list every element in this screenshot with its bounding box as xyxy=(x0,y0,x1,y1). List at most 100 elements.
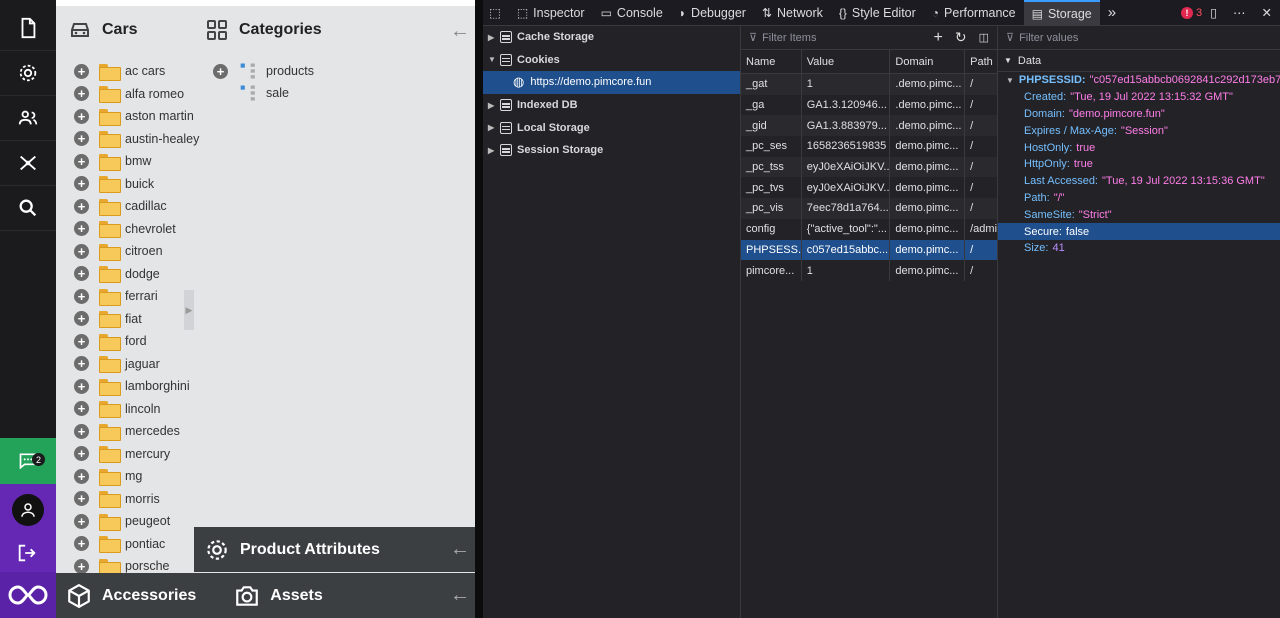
expand-plus-icon[interactable]: + xyxy=(74,153,89,169)
add-item-icon[interactable]: + xyxy=(934,29,943,47)
cookie-row[interactable]: PHPSESS... c057ed15abbc... demo.pimc... / xyxy=(741,239,997,261)
cookie-row[interactable]: _gid GA1.3.883979... .demo.pimc... / xyxy=(741,115,997,137)
logout-button[interactable] xyxy=(16,542,38,567)
data-root-row[interactable]: ▼ PHPSESSID: "c057ed15abbcb0692841c292d1… xyxy=(998,72,1280,89)
cookie-property-row[interactable]: Secure: false xyxy=(998,223,1280,240)
car-folder-node[interactable]: + aston martin xyxy=(74,105,194,127)
refresh-icon[interactable]: ↻ xyxy=(955,29,967,46)
expand-plus-icon[interactable]: + xyxy=(74,536,89,551)
collapse-arrow-icon[interactable]: ← xyxy=(450,584,470,607)
car-folder-node[interactable]: + citroen xyxy=(74,240,163,262)
tab-debugger[interactable]: ◗ Debugger xyxy=(671,0,754,26)
tab-storage[interactable]: ▤ Storage xyxy=(1023,0,1100,26)
storage-category-item[interactable]: ▶ Local Storage xyxy=(483,116,740,139)
expand-plus-icon[interactable]: + xyxy=(74,243,89,259)
expand-plus-icon[interactable]: + xyxy=(74,401,89,416)
cookie-property-row[interactable]: Size: 41 xyxy=(998,240,1280,257)
expand-plus-icon[interactable]: + xyxy=(213,63,228,79)
car-folder-node[interactable]: + mercedes xyxy=(74,420,180,442)
car-folder-node[interactable]: + fiat xyxy=(74,308,142,330)
car-folder-node[interactable]: + dodge xyxy=(74,263,160,285)
car-folder-node[interactable]: + morris xyxy=(74,488,160,510)
car-folder-node[interactable]: + ferrari xyxy=(74,285,158,307)
car-folder-node[interactable]: + ac cars xyxy=(74,60,165,82)
column-header-path[interactable]: Path xyxy=(965,50,997,73)
assets-title[interactable]: Assets xyxy=(270,587,322,605)
column-header-name[interactable]: Name xyxy=(741,50,802,73)
expand-plus-icon[interactable]: + xyxy=(74,378,89,394)
filter-values-input[interactable]: Filter values xyxy=(1019,32,1078,44)
expand-plus-icon[interactable]: + xyxy=(74,176,89,191)
expand-plus-icon[interactable]: + xyxy=(74,491,89,506)
car-folder-node[interactable]: + peugeot xyxy=(74,510,170,532)
collapsed-triangle-icon[interactable]: ▶ xyxy=(488,123,500,132)
car-folder-node[interactable]: + pontiac xyxy=(74,533,165,555)
panel-splitter-handle[interactable]: ▶ xyxy=(184,290,194,330)
product-attributes-panel-header[interactable]: Product Attributes ← xyxy=(194,527,475,572)
element-picker-button[interactable]: ⬚ xyxy=(483,0,509,26)
car-folder-node[interactable]: + mg xyxy=(74,465,142,487)
expand-plus-icon[interactable]: + xyxy=(74,513,89,529)
expand-plus-icon[interactable]: + xyxy=(74,446,89,461)
tab-style-editor[interactable]: {} Style Editor xyxy=(831,0,924,26)
car-folder-node[interactable]: + lincoln xyxy=(74,398,160,420)
data-section-header[interactable]: ▼ Data xyxy=(998,50,1280,72)
category-node[interactable]: + products xyxy=(213,60,314,82)
collapse-arrow-icon[interactable]: ← xyxy=(450,20,470,43)
storage-host-item[interactable]: ◍ https://demo.pimcore.fun xyxy=(483,71,740,94)
car-folder-node[interactable]: + buick xyxy=(74,173,154,195)
filter-values-bar[interactable]: ⊽ Filter values xyxy=(998,26,1280,50)
expand-plus-icon[interactable]: + xyxy=(74,86,89,101)
car-folder-node[interactable]: + lamborghini xyxy=(74,375,190,397)
expand-plus-icon[interactable]: + xyxy=(74,63,89,79)
collapse-arrow-icon[interactable]: ← xyxy=(450,538,470,561)
filter-items-input[interactable]: Filter Items xyxy=(762,32,816,44)
search-nav-button[interactable] xyxy=(0,186,56,231)
storage-category-item[interactable]: ▶ Indexed DB xyxy=(483,94,740,117)
dock-options-button[interactable]: ▯ xyxy=(1202,0,1225,26)
car-folder-node[interactable]: + chevrolet xyxy=(74,218,176,240)
tab-performance[interactable]: ◔ Performance xyxy=(924,0,1024,26)
collapsed-triangle-icon[interactable]: ▶ xyxy=(488,101,500,110)
expand-plus-icon[interactable]: + xyxy=(74,468,89,484)
filter-items-bar[interactable]: ⊽ Filter Items + ↻ ◫ xyxy=(741,26,997,50)
users-nav-button[interactable] xyxy=(0,96,56,141)
cookie-property-row[interactable]: Expires / Max-Age: "Session" xyxy=(998,122,1280,139)
profile-button[interactable] xyxy=(12,494,44,526)
cookie-row[interactable]: _pc_vis 7eec78d1a764... demo.pimc... / xyxy=(741,198,997,219)
settings-nav-button[interactable] xyxy=(0,51,56,96)
expand-plus-icon[interactable]: + xyxy=(74,423,89,439)
car-folder-node[interactable]: + bmw xyxy=(74,150,151,172)
cookie-row[interactable]: _pc_tvs eyJ0eXAiOiJKV... demo.pimc... / xyxy=(741,177,997,199)
expand-plus-icon[interactable]: + xyxy=(74,221,89,236)
expand-triangle-icon[interactable]: ▼ xyxy=(488,55,500,64)
expand-plus-icon[interactable]: + xyxy=(74,266,89,281)
error-counter[interactable]: ! 3 xyxy=(1181,6,1202,19)
expand-plus-icon[interactable]: + xyxy=(74,311,89,326)
car-folder-node[interactable]: + mercury xyxy=(74,443,170,465)
car-folder-node[interactable]: + jaguar xyxy=(74,353,160,375)
car-folder-node[interactable]: + alfa romeo xyxy=(74,83,184,105)
expand-plus-icon[interactable]: + xyxy=(74,333,89,349)
car-folder-node[interactable]: + cadillac xyxy=(74,195,167,217)
cookie-property-row[interactable]: Domain: "demo.pimcore.fun" xyxy=(998,106,1280,123)
storage-category-item[interactable]: ▶ Cache Storage xyxy=(483,26,740,49)
storage-category-item[interactable]: ▶ Session Storage xyxy=(483,139,740,162)
car-folder-node[interactable]: + austin-healey xyxy=(74,128,199,150)
column-header-domain[interactable]: Domain xyxy=(890,50,966,73)
car-folder-node[interactable]: + ford xyxy=(74,330,147,352)
tab-network[interactable]: ⇅ Network xyxy=(754,0,831,26)
accessories-title[interactable]: Accessories xyxy=(102,587,196,605)
expand-plus-icon[interactable]: + xyxy=(74,198,89,214)
cookie-row[interactable]: pimcore... 1 demo.pimc... / xyxy=(741,260,997,281)
pimcore-logo[interactable] xyxy=(0,572,56,618)
expand-plus-icon[interactable]: + xyxy=(74,108,89,124)
tab-console[interactable]: ▭ Console xyxy=(593,0,671,26)
tab-inspector[interactable]: ⬚ Inspector xyxy=(509,0,593,26)
expand-plus-icon[interactable]: + xyxy=(74,131,89,146)
cookie-property-row[interactable]: Last Accessed: "Tue, 19 Jul 2022 13:15:36… xyxy=(998,173,1280,190)
column-header-value[interactable]: Value xyxy=(802,50,891,73)
expand-plus-icon[interactable]: + xyxy=(74,356,89,371)
cookie-property-row[interactable]: HttpOnly: true xyxy=(998,156,1280,173)
collapsed-triangle-icon[interactable]: ▶ xyxy=(488,33,500,42)
